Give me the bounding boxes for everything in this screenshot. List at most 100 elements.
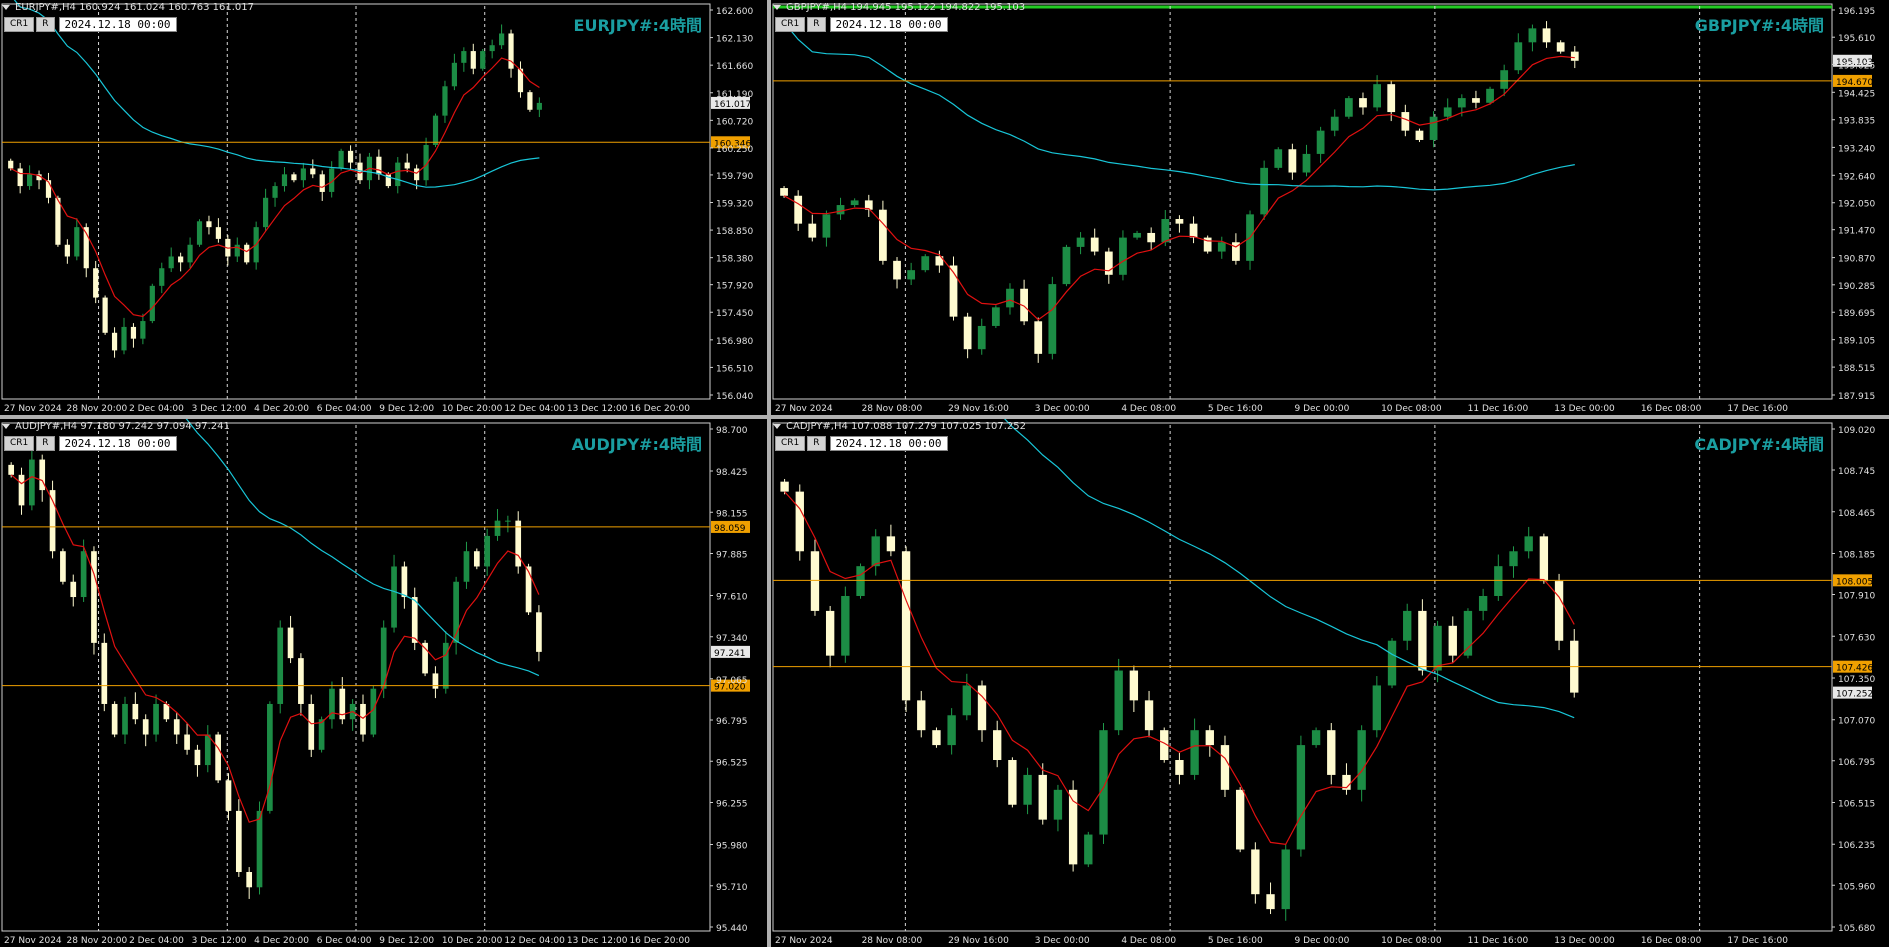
candle: [102, 295, 108, 335]
candle: [263, 188, 269, 231]
price-label: 108.745: [1838, 467, 1875, 477]
price-label: 161.190: [716, 90, 753, 100]
gbpjpy-plot[interactable]: 194.670195.103196.195195.610195.025194.4…: [771, 0, 1889, 415]
price-label: 160.250: [716, 145, 753, 155]
candle: [29, 447, 35, 511]
time-label: 16 Dec 20:00: [629, 936, 690, 946]
candle: [39, 454, 46, 502]
time-label: 28 Nov 20:00: [67, 404, 128, 414]
price-label: 156.040: [716, 392, 753, 402]
cr1-button[interactable]: CR1: [4, 436, 35, 451]
candle: [1281, 844, 1290, 921]
candle: [1008, 757, 1017, 808]
time-label: 11 Dec 16:00: [1468, 404, 1529, 414]
eurjpy-plot[interactable]: 160.346161.017162.600162.130161.660161.1…: [0, 0, 767, 415]
r-button[interactable]: R: [807, 17, 826, 32]
candle: [879, 200, 887, 265]
r-button[interactable]: R: [807, 436, 826, 451]
candle: [1403, 603, 1412, 651]
eurjpy-chart-panel[interactable]: 160.346 161.017 162.600 162.130 161.660 161.1…: [0, 0, 767, 415]
audjpy-plot[interactable]: 98.05997.02097.24198.70098.42598.15597.8…: [0, 419, 767, 947]
candle: [178, 252, 184, 272]
gbpjpy-chart-panel[interactable]: 194.670 195.103 196.195 195.610 195.025 194.4…: [771, 0, 1889, 415]
candle: [1296, 735, 1306, 857]
candle: [122, 696, 128, 744]
time-label: 16 Dec 08:00: [1641, 404, 1702, 414]
horizontal-splitter[interactable]: [0, 415, 1889, 419]
date-field[interactable]: 2024.12.18 00:00: [58, 17, 177, 32]
candle: [1076, 232, 1085, 255]
candle: [1062, 244, 1071, 287]
price-label: 187.915: [1838, 392, 1875, 402]
audjpy-chart-panel[interactable]: 98.059 97.020 97.241 98.700 98.425 98.155 97.8…: [0, 419, 767, 947]
collapse-triangle-icon[interactable]: [773, 423, 781, 429]
price-label: 108.185: [1838, 551, 1875, 561]
time-label: 5 Dec 16:00: [1208, 404, 1263, 414]
chart-controls: CR1 R 2024.12.18 00:00: [775, 436, 948, 451]
collapse-triangle-icon[interactable]: [773, 4, 781, 10]
candle: [461, 47, 467, 72]
cadjpy-chart-panel[interactable]: 108.005 107.426 107.252 109.020 108.745 108.4…: [771, 419, 1889, 947]
candle: [480, 49, 486, 71]
candle: [432, 666, 439, 699]
candle: [1048, 276, 1057, 360]
cr1-button[interactable]: CR1: [4, 17, 35, 32]
candle: [489, 39, 495, 59]
symbol-header: AUDJPY#,H4 97.180 97.242 97.094 97.241: [2, 420, 230, 432]
candle: [196, 219, 203, 247]
price-label: 192.640: [1838, 172, 1875, 182]
candle: [1316, 126, 1325, 163]
candle: [1274, 147, 1283, 170]
candle: [338, 148, 344, 171]
cr1-button[interactable]: CR1: [775, 436, 806, 451]
price-label: 96.795: [716, 717, 748, 727]
candle: [499, 24, 505, 50]
time-label: 29 Nov 16:00: [948, 404, 1009, 414]
time-label: 11 Dec 16:00: [1468, 936, 1529, 946]
time-label: 6 Dec 04:00: [317, 404, 372, 414]
price-label: 97.885: [716, 551, 748, 561]
candle: [795, 484, 804, 561]
date-field[interactable]: 2024.12.18 00:00: [829, 436, 948, 451]
r-button[interactable]: R: [36, 17, 55, 32]
collapse-triangle-icon[interactable]: [2, 4, 10, 10]
price-label: 95.710: [716, 883, 748, 893]
chart-title: GBPJPY#:4時間: [1694, 16, 1824, 35]
candle: [977, 680, 987, 742]
r-button[interactable]: R: [36, 436, 55, 451]
candle: [272, 182, 278, 207]
price-label: 160.720: [716, 117, 753, 127]
candle: [901, 546, 911, 713]
candle: [1053, 784, 1063, 832]
candle: [864, 194, 873, 217]
time-label: 28 Nov 20:00: [67, 936, 128, 946]
vertical-splitter[interactable]: [767, 0, 771, 947]
candle: [281, 167, 288, 192]
candle: [1327, 723, 1336, 785]
candle: [527, 90, 533, 112]
price-label: 193.240: [1838, 144, 1875, 154]
candle: [808, 214, 817, 242]
candle: [1429, 111, 1438, 148]
candle: [1189, 216, 1198, 244]
price-label: 162.600: [716, 7, 753, 17]
candle: [101, 633, 108, 712]
time-label: 4 Dec 20:00: [254, 936, 309, 946]
candle: [886, 524, 896, 557]
cadjpy-plot[interactable]: 108.005 107.426 107.252 109.020 108.745 108.4…: [771, 419, 1889, 947]
cr1-button[interactable]: CR1: [775, 17, 806, 32]
candle: [1203, 235, 1212, 254]
date-field[interactable]: 2024.12.18 00:00: [58, 436, 177, 451]
price-label: 96.525: [716, 758, 748, 768]
price-label: 195.610: [1838, 34, 1875, 44]
candle: [1509, 546, 1518, 578]
candle: [856, 563, 865, 599]
chart-controls: CR1 R 2024.12.18 00:00: [4, 17, 177, 32]
collapse-triangle-icon[interactable]: [2, 423, 10, 429]
time-label: 13 Dec 12:00: [567, 404, 628, 414]
chart-controls: CR1 R 2024.12.18 00:00: [775, 17, 948, 32]
candle: [1104, 247, 1113, 284]
date-field[interactable]: 2024.12.18 00:00: [829, 17, 948, 32]
candle: [300, 162, 306, 188]
candle: [494, 509, 501, 541]
